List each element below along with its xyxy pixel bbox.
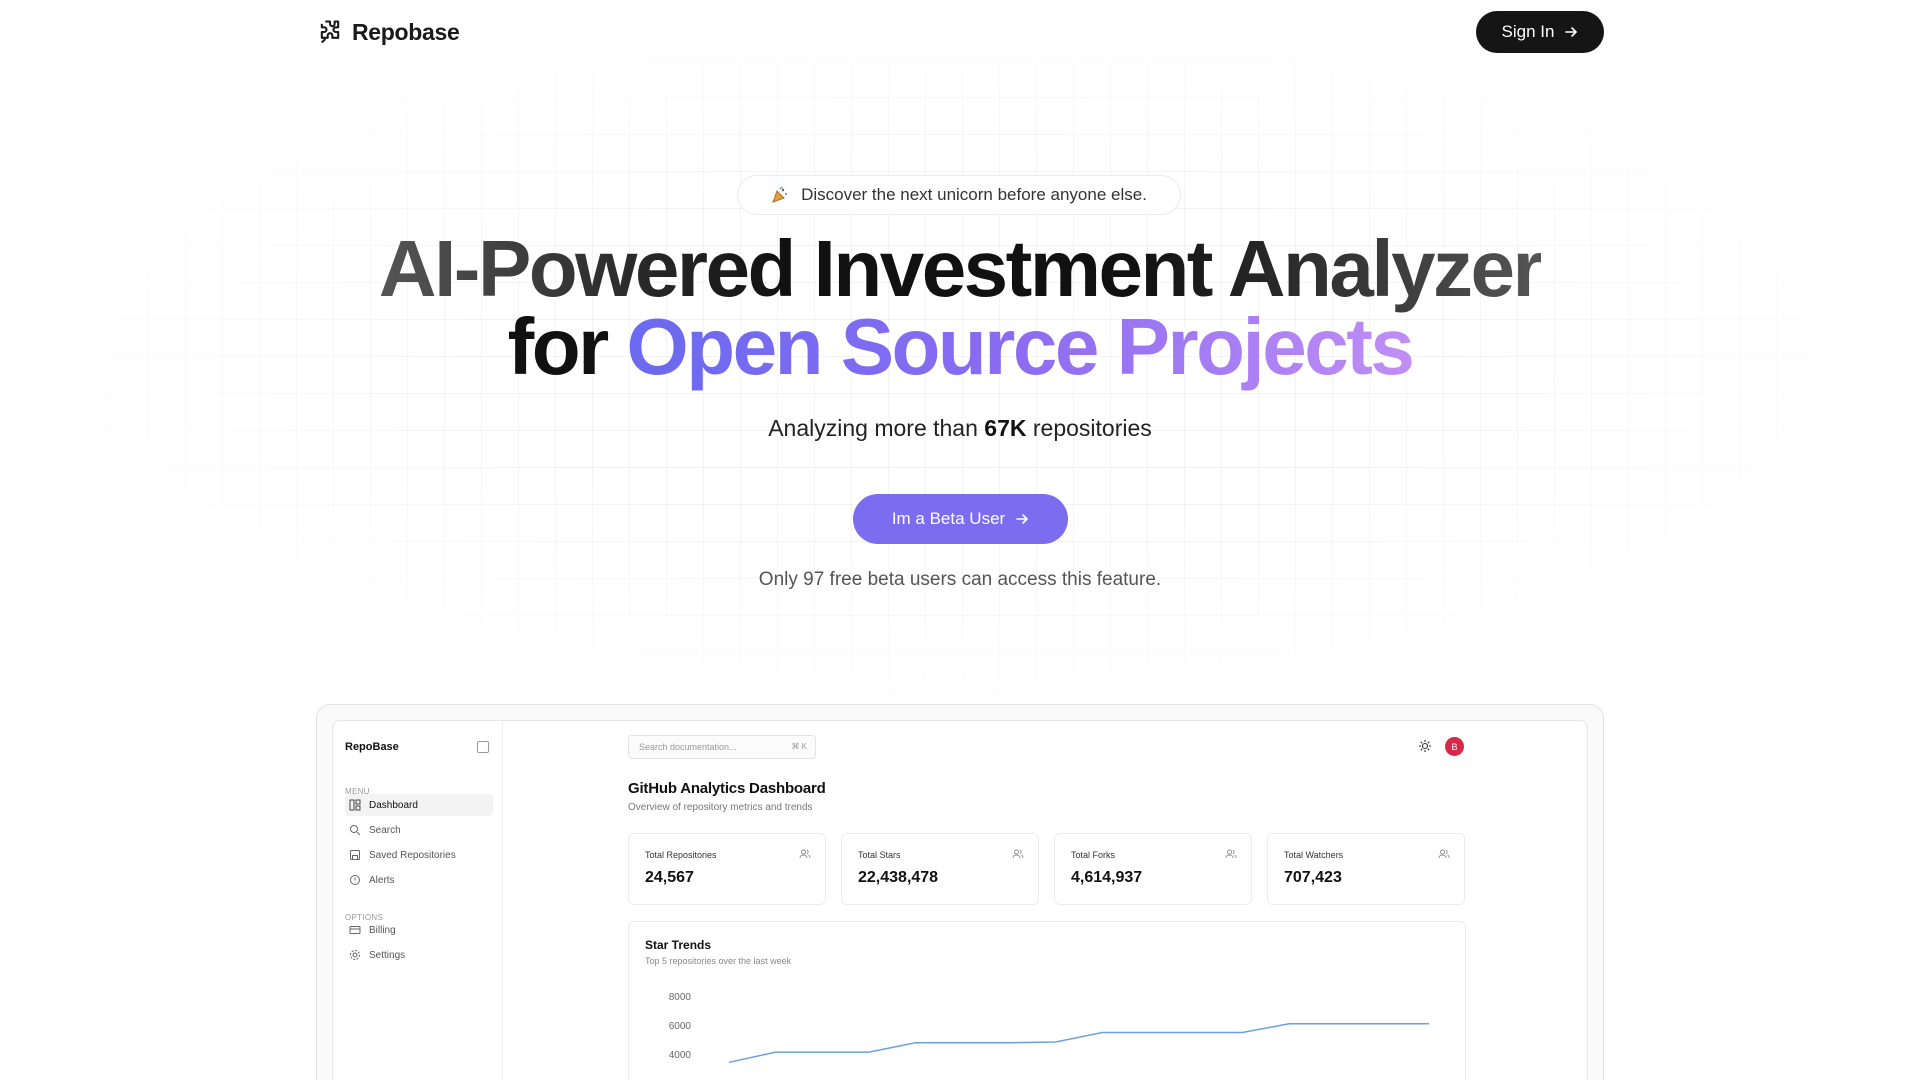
- stat-card-watchers: Total Watchers 707,423: [1267, 833, 1465, 905]
- sign-in-label: Sign In: [1501, 22, 1555, 41]
- sidebar-item-dashboard[interactable]: Dashboard: [345, 794, 493, 816]
- avatar[interactable]: B: [1445, 737, 1464, 756]
- beta-note: Only 97 free beta users can access this …: [758, 569, 1162, 590]
- sidebar-item-saved-repositories[interactable]: Saved Repositories: [345, 844, 493, 866]
- top-nav: Repobase Sign In: [0, 0, 1920, 64]
- save-icon: [350, 850, 360, 860]
- users-icon: [1225, 849, 1237, 859]
- users-icon: [1012, 849, 1024, 859]
- dashboard-preview: RepoBase MENU Dashboard Search Saved Rep…: [332, 720, 1588, 1080]
- dashboard-subtitle: Overview of repository metrics and trend…: [628, 802, 813, 813]
- arrow-right-icon: [1565, 27, 1578, 37]
- brand-name: Repobase: [352, 18, 460, 45]
- puzzle-icon: [320, 20, 340, 44]
- headline-for: for: [507, 302, 610, 391]
- sidebar-toggle-icon[interactable]: [477, 741, 489, 753]
- stat-value: 22,438,478: [858, 869, 939, 886]
- sidebar-item-settings[interactable]: Settings: [345, 944, 493, 966]
- y-tick-label: 6000: [669, 1021, 692, 1032]
- dashboard-brand: RepoBase: [345, 741, 399, 753]
- star-trends-card: Star Trends Top 5 repositories over the …: [628, 921, 1466, 1080]
- sidebar-item-label: Alerts: [369, 874, 395, 886]
- dashboard-icon: [349, 799, 361, 811]
- stat-label: Total Forks: [1071, 850, 1116, 860]
- hero-subtitle: Analyzing more than 67K repositories: [0, 415, 1920, 442]
- announcement-text: Discover the next unicorn before anyone …: [801, 185, 1147, 204]
- brand-logo[interactable]: Repobase: [316, 18, 460, 46]
- gear-icon: [350, 950, 360, 960]
- stat-card-repositories: Total Repositories 24,567: [628, 833, 826, 905]
- arrow-right-icon: [1016, 514, 1029, 524]
- sign-in-button[interactable]: Sign In: [1476, 11, 1604, 53]
- users-icon: [799, 849, 811, 859]
- documentation-search-input[interactable]: Search documentation... ⌘ K: [628, 735, 816, 759]
- beta-user-button[interactable]: Im a Beta User: [853, 494, 1068, 544]
- party-popper-icon: [772, 187, 788, 203]
- hero-headline: AI-Powered Investment Analyzer for Open …: [0, 229, 1920, 387]
- search-icon: [350, 825, 361, 836]
- announcement-pill: Discover the next unicorn before anyone …: [737, 175, 1181, 215]
- sidebar-item-search[interactable]: Search: [345, 819, 493, 841]
- sidebar-item-label: Settings: [369, 949, 406, 961]
- series-line: [728, 1023, 1429, 1064]
- sidebar-item-label: Saved Repositories: [369, 849, 456, 861]
- search-shortcut: ⌘ K: [791, 742, 807, 751]
- sun-icon[interactable]: [1418, 739, 1432, 753]
- dashboard-sidebar: RepoBase MENU Dashboard Search Saved Rep…: [333, 721, 503, 1080]
- stat-label: Total Repositories: [645, 850, 717, 860]
- y-tick-label: 4000: [669, 1050, 692, 1061]
- headline-line-1: AI-Powered Investment Analyzer: [378, 224, 1544, 313]
- subtitle-suffix: repositories: [1032, 415, 1152, 441]
- stat-value: 4,614,937: [1071, 869, 1143, 886]
- users-icon: [1438, 849, 1450, 859]
- y-tick-label: 8000: [669, 992, 692, 1003]
- sidebar-item-billing[interactable]: Billing: [345, 919, 493, 941]
- subtitle-prefix: Analyzing more than: [768, 415, 978, 441]
- stat-label: Total Watchers: [1284, 850, 1344, 860]
- stat-card-stars: Total Stars 22,438,478: [841, 833, 1039, 905]
- sidebar-item-label: Billing: [369, 924, 396, 936]
- sidebar-item-label: Search: [369, 824, 401, 836]
- card-icon: [349, 926, 361, 934]
- stat-card-forks: Total Forks 4,614,937: [1054, 833, 1252, 905]
- stat-value: 24,567: [645, 869, 694, 886]
- stat-value: 707,423: [1284, 869, 1342, 886]
- headline-gradient-text: Open Source Projects: [626, 302, 1415, 391]
- star-trends-chart: 8000 6000 4000: [669, 992, 1429, 1064]
- sidebar-item-alerts[interactable]: Alerts: [345, 869, 493, 891]
- sidebar-item-label: Dashboard: [369, 799, 418, 811]
- alert-icon: [350, 875, 360, 885]
- beta-user-label: Im a Beta User: [891, 509, 1006, 528]
- repository-count: 67K: [984, 415, 1027, 441]
- search-placeholder: Search documentation...: [639, 742, 737, 752]
- dashboard-title: GitHub Analytics Dashboard: [628, 780, 826, 797]
- stat-label: Total Stars: [858, 850, 901, 860]
